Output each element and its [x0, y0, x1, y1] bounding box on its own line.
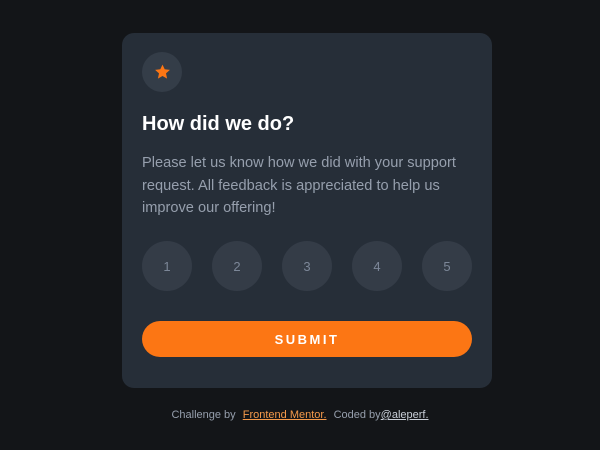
- attribution: Challenge by Frontend Mentor. Coded by@a…: [0, 409, 600, 421]
- submit-button[interactable]: SUBMIT: [142, 321, 472, 357]
- author-link[interactable]: @aleperf.: [381, 409, 429, 421]
- rating-options: 1 2 3 4 5: [142, 241, 472, 291]
- rating-card: How did we do? Please let us know how we…: [122, 33, 492, 388]
- attribution-coded-prefix: Coded by: [333, 409, 381, 421]
- rating-option-4[interactable]: 4: [352, 241, 402, 291]
- star-badge: [142, 52, 182, 92]
- attribution-challenge-prefix: Challenge by: [171, 409, 236, 421]
- rating-option-3[interactable]: 3: [282, 241, 332, 291]
- rating-option-2[interactable]: 2: [212, 241, 262, 291]
- rating-option-1[interactable]: 1: [142, 241, 192, 291]
- rating-option-5[interactable]: 5: [422, 241, 472, 291]
- card-title: How did we do?: [142, 113, 295, 135]
- card-description: Please let us know how we did with your …: [142, 155, 456, 216]
- frontend-mentor-link[interactable]: Frontend Mentor.: [243, 409, 327, 421]
- star-icon: [154, 64, 170, 79]
